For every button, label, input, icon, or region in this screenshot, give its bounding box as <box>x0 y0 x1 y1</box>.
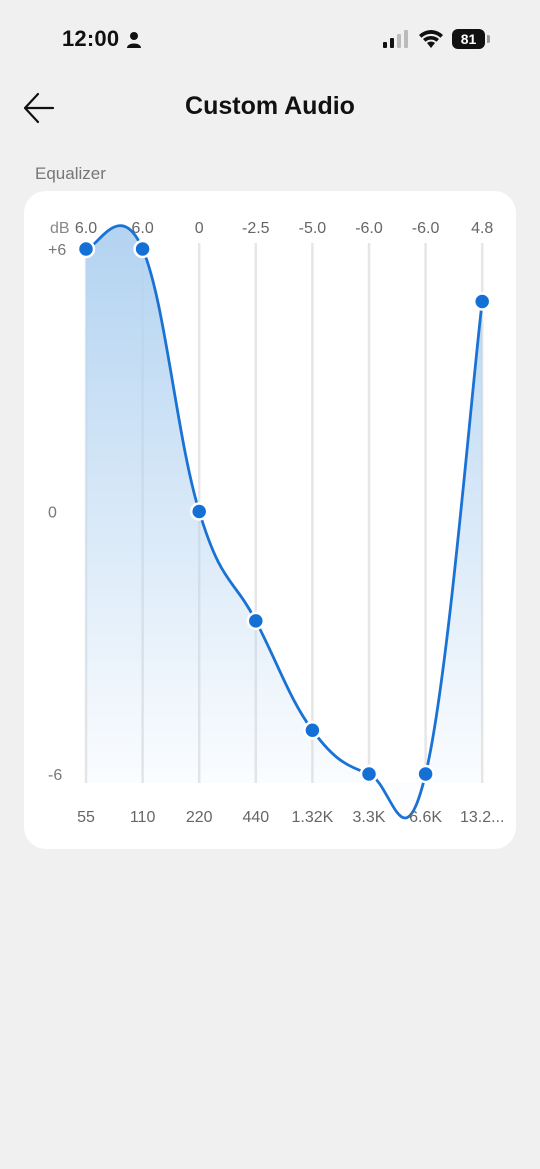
section-label: Equalizer <box>35 164 106 183</box>
band-handle[interactable] <box>189 502 209 521</box>
cellular-signal-icon <box>383 30 408 48</box>
x-tick-label: 55 <box>77 809 95 826</box>
band-value-label: 0 <box>195 220 204 237</box>
band-handle[interactable] <box>416 764 435 784</box>
curve-fill-area <box>86 225 483 819</box>
x-tick-label: 220 <box>186 809 213 826</box>
band-value-label: -6.0 <box>355 220 383 237</box>
band-value-label: 6.0 <box>131 220 153 237</box>
page-title: Custom Audio <box>185 92 355 120</box>
x-tick-label: 1.32K <box>291 809 333 826</box>
x-tick-label: 3.3K <box>353 809 386 826</box>
x-tick-label: 110 <box>130 809 156 826</box>
equalizer-chart[interactable]: 6.0 6.0 0 -2.5 -5.0 -6.0 -6.0 4.8 dB +6 0 -6 55 110 22… <box>24 191 540 1091</box>
x-tick-label: 6.6K <box>409 809 442 826</box>
battery-icon: 81 <box>452 29 492 49</box>
band-handle[interactable] <box>303 721 322 740</box>
y-tick-label: -6 <box>48 767 62 784</box>
band-value-label: -5.0 <box>299 220 327 237</box>
x-tick-label: 13.2... <box>460 809 504 826</box>
band-handle[interactable] <box>133 239 152 259</box>
band-handle[interactable] <box>359 764 379 784</box>
battery-level: 81 <box>452 29 485 49</box>
band-value-label: -2.5 <box>242 220 270 237</box>
band-handle[interactable] <box>472 292 492 311</box>
band-value-label: 4.8 <box>471 220 493 237</box>
band-value-label: 6.0 <box>75 220 97 237</box>
y-tick-label: 0 <box>48 505 57 522</box>
y-tick-label: +6 <box>48 242 66 259</box>
unit-label: dB <box>50 220 70 237</box>
band-value-label: -6.0 <box>412 220 440 237</box>
person-icon <box>127 32 141 48</box>
equalizer-card: 6.0 6.0 0 -2.5 -5.0 -6.0 -6.0 4.8 dB +6 0 -6 55 110 22… <box>24 191 516 849</box>
status-bar: 12:00 81 <box>0 0 540 80</box>
battery-nub <box>487 35 490 43</box>
wifi-icon <box>419 30 443 48</box>
status-time: 12:00 <box>62 26 120 51</box>
band-handle[interactable] <box>246 611 266 631</box>
band-handle[interactable] <box>76 239 96 259</box>
x-tick-label: 440 <box>242 809 269 826</box>
